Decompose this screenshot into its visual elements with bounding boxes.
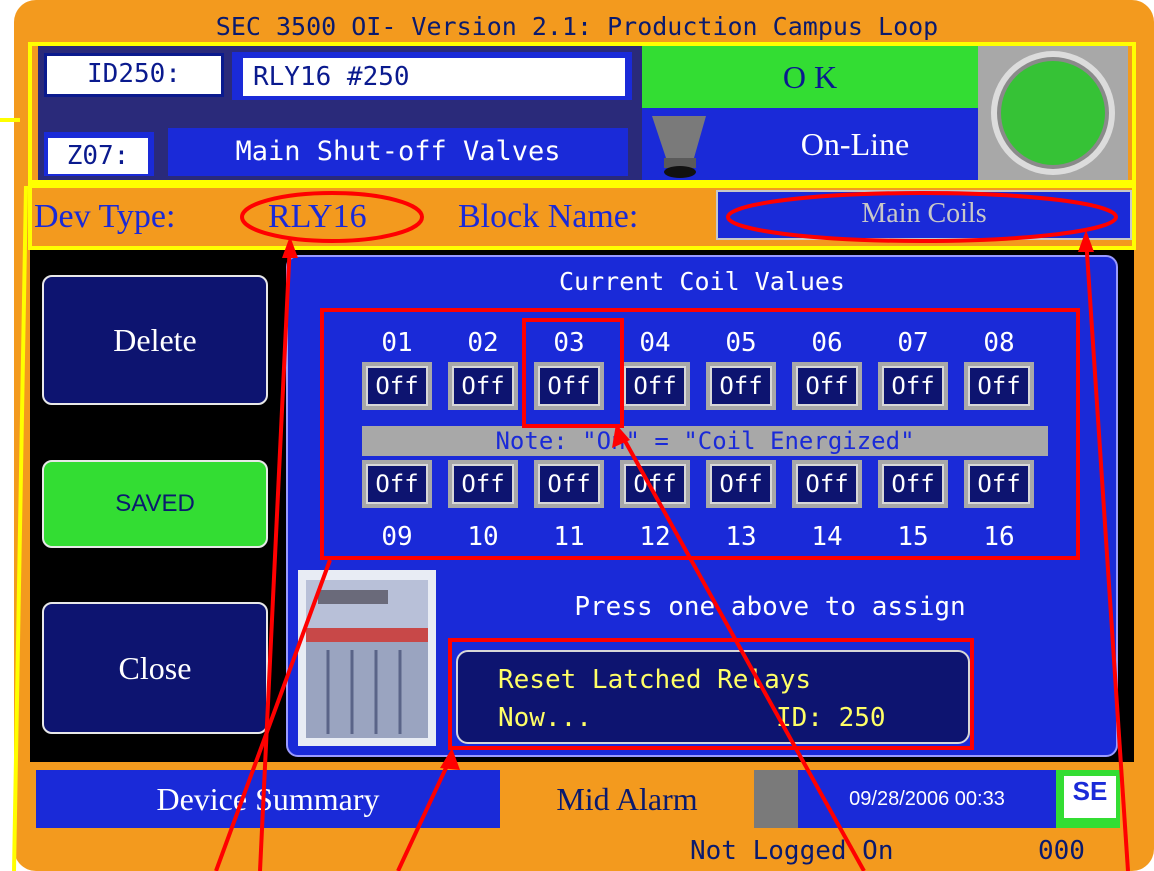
coil-toggle-button[interactable]: Off bbox=[878, 362, 948, 410]
zone-label: Z07: bbox=[48, 138, 148, 174]
coil-toggle-button[interactable]: Off bbox=[534, 460, 604, 508]
reset-label-line2: Now... bbox=[498, 703, 592, 733]
id-label: ID250: bbox=[87, 59, 181, 89]
coil-value: Off bbox=[796, 464, 858, 504]
coil-toggle-button[interactable]: Off bbox=[620, 362, 690, 410]
coil-toggle-button[interactable]: Off bbox=[448, 460, 518, 508]
coil-toggle-button[interactable]: Off bbox=[534, 362, 604, 410]
coil-value: Off bbox=[882, 366, 944, 406]
close-button[interactable]: Close bbox=[42, 602, 268, 734]
coil-toggle-button[interactable]: Off bbox=[964, 460, 1034, 508]
beacon-icon bbox=[652, 116, 706, 178]
coil-value: Off bbox=[366, 464, 428, 504]
coil-value: Off bbox=[968, 366, 1030, 406]
coil-toggle-button[interactable]: Off bbox=[792, 362, 862, 410]
coil-toggle-button[interactable]: Off bbox=[964, 362, 1034, 410]
coil-toggle-button[interactable]: Off bbox=[362, 362, 432, 410]
coil-value: Off bbox=[882, 464, 944, 504]
coil-toggle-button[interactable]: Off bbox=[362, 460, 432, 508]
reset-latched-relays-button[interactable]: Reset Latched Relays Now... ID: 250 bbox=[456, 650, 970, 744]
coil-value: Off bbox=[538, 464, 600, 504]
coil-toggle-button[interactable]: Off bbox=[620, 460, 690, 508]
counter: 000 bbox=[1038, 836, 1085, 866]
screen-title: SEC 3500 OI- Version 2.1: Production Cam… bbox=[215, 12, 939, 41]
login-status: Not Logged On bbox=[690, 836, 894, 866]
coil-value: Off bbox=[366, 366, 428, 406]
reset-label-line1: Reset Latched Relays bbox=[498, 665, 812, 695]
coil-number-label: 09 bbox=[381, 522, 413, 552]
assign-instruction: Press one above to assign bbox=[574, 592, 966, 622]
coil-note: Note: "On" = "Coil Energized" bbox=[362, 426, 1048, 456]
id-label-box: ID250: bbox=[44, 53, 224, 97]
dev-type-label: Dev Type: bbox=[34, 198, 176, 235]
coil-value: Off bbox=[624, 366, 686, 406]
reset-id: ID: 250 bbox=[776, 703, 886, 733]
coil-value: Off bbox=[452, 464, 514, 504]
coil-number-label: 12 bbox=[639, 522, 671, 552]
alarm-indicator bbox=[754, 770, 798, 828]
coil-number-label: 15 bbox=[897, 522, 929, 552]
coil-value: Off bbox=[710, 366, 772, 406]
zone-name: Main Shut-off Valves bbox=[168, 128, 628, 176]
coil-number-label: 03 bbox=[553, 328, 585, 358]
block-name-field[interactable]: Main Coils bbox=[716, 190, 1132, 240]
coil-number-label: 02 bbox=[467, 328, 499, 358]
coil-toggle-button[interactable]: Off bbox=[448, 362, 518, 410]
company-logo: SE bbox=[1056, 770, 1120, 828]
coil-number-label: 16 bbox=[983, 522, 1015, 552]
coil-number-label: 08 bbox=[983, 328, 1015, 358]
coil-value: Off bbox=[796, 366, 858, 406]
coil-number-label: 01 bbox=[381, 328, 413, 358]
relay-module-image bbox=[298, 570, 436, 746]
mid-alarm-label: Mid Alarm bbox=[556, 781, 698, 817]
dev-type-value: RLY16 bbox=[268, 198, 367, 235]
saved-button[interactable]: SAVED bbox=[42, 460, 268, 548]
coil-number-label: 05 bbox=[725, 328, 757, 358]
coil-value: Off bbox=[624, 464, 686, 504]
coil-number-label: 07 bbox=[897, 328, 929, 358]
coil-value: Off bbox=[968, 464, 1030, 504]
logo-text: SE bbox=[1064, 776, 1116, 818]
status-ok: O K bbox=[642, 46, 978, 108]
coil-number-label: 14 bbox=[811, 522, 843, 552]
relay-module-icon bbox=[306, 580, 428, 738]
coil-toggle-button[interactable]: Off bbox=[706, 460, 776, 508]
device-name-field[interactable]: RLY16 #250 bbox=[243, 58, 625, 96]
coil-number-label: 04 bbox=[639, 328, 671, 358]
coil-toggle-button[interactable]: Off bbox=[878, 460, 948, 508]
coil-toggle-button[interactable]: Off bbox=[792, 460, 862, 508]
device-summary-button[interactable]: Device Summary bbox=[36, 770, 500, 828]
coil-value: Off bbox=[452, 366, 514, 406]
coil-toggle-button[interactable]: Off bbox=[706, 362, 776, 410]
status-lamp-frame bbox=[978, 46, 1128, 180]
coil-number-label: 11 bbox=[553, 522, 585, 552]
block-name-label: Block Name: bbox=[458, 198, 639, 235]
coil-number-label: 13 bbox=[725, 522, 757, 552]
coil-number-label: 10 bbox=[467, 522, 499, 552]
coil-number-label: 06 bbox=[811, 328, 843, 358]
coil-value: Off bbox=[710, 464, 772, 504]
hmi-screen: SEC 3500 OI- Version 2.1: Production Cam… bbox=[0, 0, 1154, 871]
coil-panel-title: Current Coil Values bbox=[559, 267, 845, 296]
delete-button[interactable]: Delete bbox=[42, 275, 268, 405]
datetime: 09/28/2006 00:33 bbox=[798, 770, 1056, 828]
status-lamp-icon bbox=[991, 51, 1115, 175]
coil-value: Off bbox=[538, 366, 600, 406]
